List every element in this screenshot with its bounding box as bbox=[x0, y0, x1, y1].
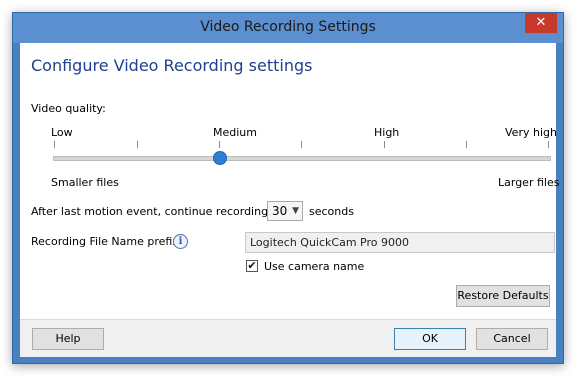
file-prefix-input[interactable]: Logitech QuickCam Pro 9000 bbox=[245, 232, 555, 253]
help-button[interactable]: Help bbox=[32, 328, 104, 350]
slider-tick bbox=[466, 141, 467, 148]
slider-tick bbox=[137, 141, 138, 148]
quality-level-very-high: Very high bbox=[505, 126, 557, 139]
smaller-files-caption: Smaller files bbox=[51, 176, 119, 189]
page-title: Configure Video Recording settings bbox=[31, 56, 313, 75]
slider-tick bbox=[548, 141, 549, 148]
title-bar[interactable]: Video Recording Settings ✕ bbox=[13, 13, 563, 43]
motion-continue-label: After last motion event, continue record… bbox=[31, 205, 291, 218]
cancel-button[interactable]: Cancel bbox=[476, 328, 548, 350]
dialog-window: Video Recording Settings ✕ Configure Vid… bbox=[12, 12, 564, 364]
dialog-footer: Help OK Cancel bbox=[20, 319, 556, 357]
slider-tick bbox=[301, 141, 302, 148]
quality-slider-track[interactable] bbox=[53, 156, 551, 161]
use-camera-name-checkbox[interactable]: ✔ bbox=[246, 260, 258, 272]
dialog-content: Configure Video Recording settings Video… bbox=[20, 43, 560, 319]
use-camera-name-label[interactable]: Use camera name bbox=[264, 260, 364, 273]
slider-tick bbox=[384, 141, 385, 148]
file-prefix-label: Recording File Name prefix: bbox=[31, 235, 183, 248]
restore-defaults-button[interactable]: Restore Defaults bbox=[456, 285, 550, 307]
quality-level-low: Low bbox=[51, 126, 73, 139]
quality-level-high: High bbox=[374, 126, 400, 139]
slider-tick bbox=[219, 141, 220, 148]
continue-seconds-select[interactable]: 30 ▼ bbox=[267, 201, 303, 221]
close-button[interactable]: ✕ bbox=[525, 13, 557, 33]
chevron-down-icon: ▼ bbox=[292, 206, 299, 216]
slider-tick bbox=[54, 141, 55, 148]
quality-slider-thumb[interactable] bbox=[213, 151, 227, 165]
video-quality-label: Video quality: bbox=[31, 102, 106, 115]
ok-button[interactable]: OK bbox=[394, 328, 466, 350]
window-title: Video Recording Settings bbox=[200, 19, 376, 35]
quality-level-medium: Medium bbox=[213, 126, 257, 139]
seconds-unit-label: seconds bbox=[309, 205, 354, 218]
info-icon[interactable]: i bbox=[173, 234, 188, 249]
larger-files-caption: Larger files bbox=[498, 176, 560, 189]
close-icon: ✕ bbox=[535, 15, 547, 30]
continue-seconds-value: 30 bbox=[272, 204, 288, 218]
